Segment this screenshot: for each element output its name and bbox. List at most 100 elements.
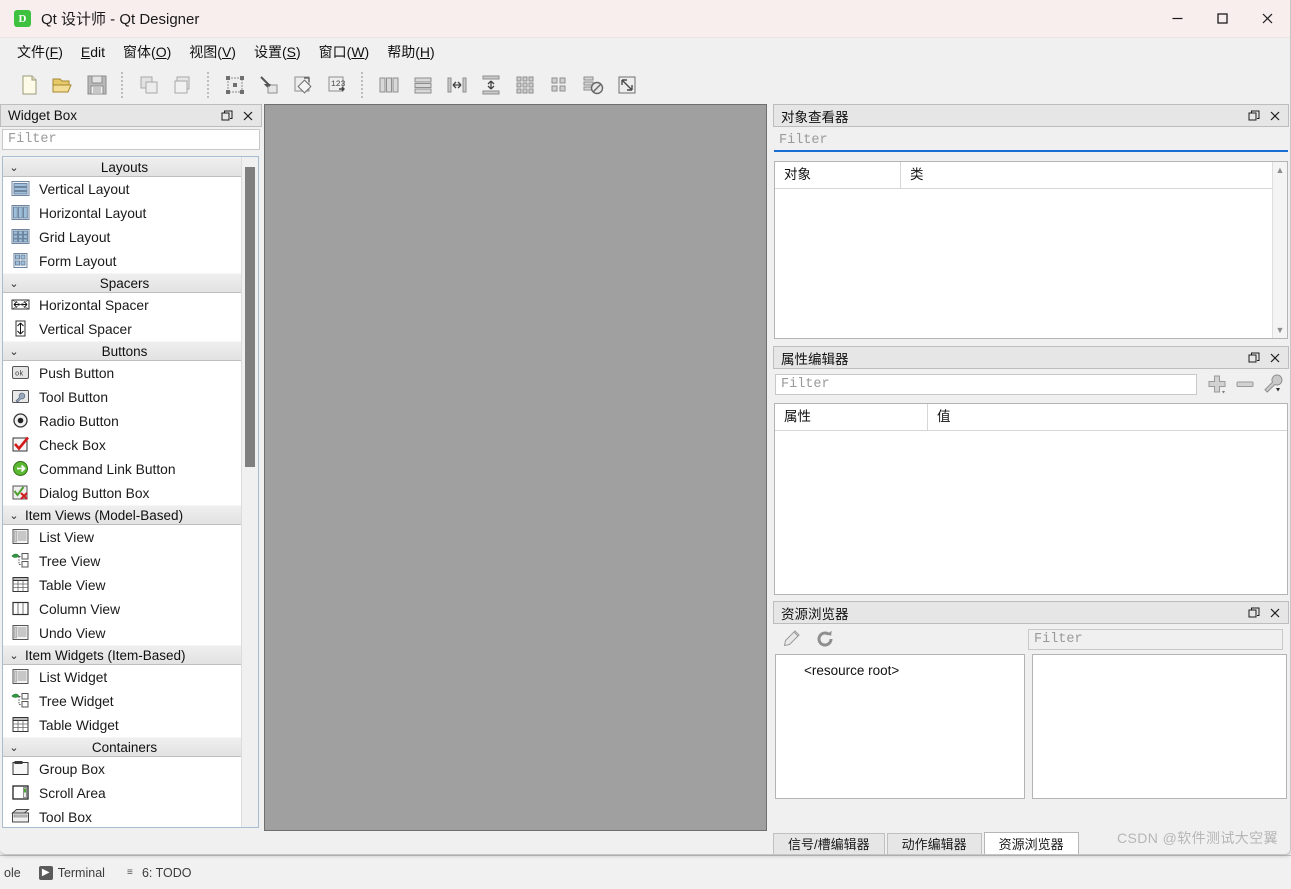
edit-buddies-icon[interactable] <box>286 69 320 101</box>
widget-category-layouts[interactable]: ⌄ Layouts <box>3 157 242 177</box>
widget-item-tool-button[interactable]: Tool Button <box>3 385 242 409</box>
break-layout-icon[interactable] <box>576 69 610 101</box>
restore-icon[interactable] <box>1244 348 1263 367</box>
property-editor-col-property[interactable]: 属性 <box>775 404 927 430</box>
resource-root-item[interactable]: <resource root> <box>804 663 899 678</box>
menu-form[interactable]: 窗体(O) <box>114 38 180 66</box>
open-folder-icon[interactable] <box>46 69 80 101</box>
object-inspector-col-class[interactable]: 类 <box>900 162 1287 188</box>
layout-splitter-horizontal-icon[interactable] <box>440 69 474 101</box>
chevron-down-icon[interactable]: ⌄ <box>3 741 25 754</box>
close-icon[interactable] <box>238 106 257 125</box>
tab-signal-slot-editor[interactable]: 信号/槽编辑器 <box>773 833 885 854</box>
widget-item-dialog-button-box[interactable]: Dialog Button Box <box>3 481 242 505</box>
widget-item-column-view[interactable]: Column View <box>3 597 242 621</box>
paste-icon[interactable] <box>166 69 200 101</box>
resource-file-list[interactable] <box>1032 654 1287 799</box>
restore-icon[interactable] <box>1244 603 1263 622</box>
object-inspector-filter-input[interactable] <box>774 131 1288 152</box>
widget-item-table-widget[interactable]: Table Widget <box>3 713 242 737</box>
tab-action-editor[interactable]: 动作编辑器 <box>886 833 982 854</box>
widget-item-group-box[interactable]: Group Box <box>3 757 242 781</box>
property-editor-col-value[interactable]: 值 <box>927 404 1287 430</box>
widget-item-command-link-button[interactable]: Command Link Button <box>3 457 242 481</box>
adjust-size-icon[interactable] <box>610 69 644 101</box>
scroll-up-icon[interactable]: ▲ <box>1276 165 1285 175</box>
widget-item-table-view[interactable]: Table View <box>3 573 242 597</box>
minimize-button[interactable] <box>1155 0 1200 37</box>
host-status-item-2[interactable]: ≡ 6: TODO <box>123 866 191 880</box>
widget-item-vertical-spacer[interactable]: Vertical Spacer <box>3 317 242 341</box>
form-canvas[interactable] <box>264 104 767 831</box>
widget-item-tool-box[interactable]: Tool Box <box>3 805 242 827</box>
widget-item-form-layout[interactable]: Form Layout <box>3 249 242 273</box>
copy-icon[interactable] <box>132 69 166 101</box>
menu-file[interactable]: 文件(F) <box>8 38 72 66</box>
menu-window[interactable]: 窗口(W) <box>310 38 379 66</box>
menu-edit[interactable]: Edit <box>72 40 114 64</box>
new-file-icon[interactable] <box>12 69 46 101</box>
object-inspector-col-object[interactable]: 对象 <box>775 162 900 188</box>
chevron-down-icon[interactable]: ⌄ <box>3 277 25 290</box>
widget-item-vertical-layout[interactable]: Vertical Layout <box>3 177 242 201</box>
widget-item-list-widget[interactable]: List Widget <box>3 665 242 689</box>
close-icon[interactable] <box>1265 106 1284 125</box>
host-status-item-0[interactable]: ole <box>4 866 21 880</box>
object-inspector-tree[interactable]: 对象 类 ▲ ▼ <box>774 161 1288 339</box>
widget-category-containers[interactable]: ⌄ Containers <box>3 737 242 757</box>
widget-item-check-box[interactable]: Check Box <box>3 433 242 457</box>
close-icon[interactable] <box>1265 603 1284 622</box>
widget-item-scroll-area[interactable]: Scroll Area <box>3 781 242 805</box>
widget-category-spacers[interactable]: ⌄ Spacers <box>3 273 242 293</box>
property-editor-filter-input[interactable] <box>775 373 1197 395</box>
scroll-down-icon[interactable]: ▼ <box>1276 325 1285 335</box>
pencil-icon[interactable] <box>779 627 803 651</box>
host-status-item-1[interactable]: ▶ Terminal <box>38 865 105 880</box>
widget-item-tree-view[interactable]: Tree View <box>3 549 242 573</box>
maximize-button[interactable] <box>1200 0 1245 37</box>
layout-vertical-icon[interactable] <box>406 69 440 101</box>
menu-view[interactable]: 视图(V) <box>180 38 245 66</box>
widget-box-scroll-thumb[interactable] <box>245 167 255 467</box>
minus-icon[interactable] <box>1231 372 1259 396</box>
edit-tab-order-icon[interactable]: 123 <box>320 69 354 101</box>
resource-tree[interactable]: <resource root> <box>775 654 1025 799</box>
wrench-icon[interactable] <box>1259 372 1287 396</box>
widget-item-horizontal-spacer[interactable]: Horizontal Spacer <box>3 293 242 317</box>
widget-item-horizontal-layout[interactable]: Horizontal Layout <box>3 201 242 225</box>
widget-item-push-button[interactable]: ok Push Button <box>3 361 242 385</box>
widget-category-buttons[interactable]: ⌄ Buttons <box>3 341 242 361</box>
restore-icon[interactable] <box>1244 106 1263 125</box>
layout-horizontal-icon[interactable] <box>372 69 406 101</box>
layout-form-icon[interactable] <box>542 69 576 101</box>
restore-icon[interactable] <box>217 106 236 125</box>
menu-help[interactable]: 帮助(H) <box>378 38 443 66</box>
widget-item-list-view[interactable]: List View <box>3 525 242 549</box>
chevron-down-icon[interactable]: ⌄ <box>3 509 25 522</box>
close-button[interactable] <box>1245 0 1290 37</box>
widget-box-scrollbar[interactable] <box>241 157 258 827</box>
chevron-down-icon[interactable]: ⌄ <box>3 161 25 174</box>
chevron-down-icon[interactable]: ⌄ <box>3 345 25 358</box>
chevron-down-icon[interactable]: ⌄ <box>3 649 25 662</box>
widget-item-undo-view[interactable]: Undo View <box>3 621 242 645</box>
object-inspector-scrollbar[interactable]: ▲ ▼ <box>1272 162 1287 338</box>
widget-category-item-widgets-item-based[interactable]: ⌄ Item Widgets (Item-Based) <box>3 645 242 665</box>
property-editor-table[interactable]: 属性 值 <box>774 403 1288 595</box>
edit-widgets-icon[interactable] <box>218 69 252 101</box>
tab-resource-browser[interactable]: 资源浏览器 <box>983 832 1079 854</box>
widget-box-filter-input[interactable] <box>2 129 260 150</box>
widget-category-item-views-model-based[interactable]: ⌄ Item Views (Model-Based) <box>3 505 242 525</box>
resource-browser-filter-input[interactable] <box>1028 628 1283 650</box>
plus-icon[interactable] <box>1203 372 1231 396</box>
layout-grid-icon[interactable] <box>508 69 542 101</box>
layout-splitter-vertical-icon[interactable] <box>474 69 508 101</box>
menu-settings[interactable]: 设置(S) <box>245 38 310 66</box>
close-icon[interactable] <box>1265 348 1284 367</box>
widget-item-radio-button[interactable]: Radio Button <box>3 409 242 433</box>
save-icon[interactable] <box>80 69 114 101</box>
widget-box-list[interactable]: ⌄ Layouts Vertical Layout Horizontal Layout… <box>2 156 259 828</box>
edit-signals-slots-icon[interactable] <box>252 69 286 101</box>
reload-icon[interactable] <box>813 627 837 651</box>
widget-item-grid-layout[interactable]: Grid Layout <box>3 225 242 249</box>
